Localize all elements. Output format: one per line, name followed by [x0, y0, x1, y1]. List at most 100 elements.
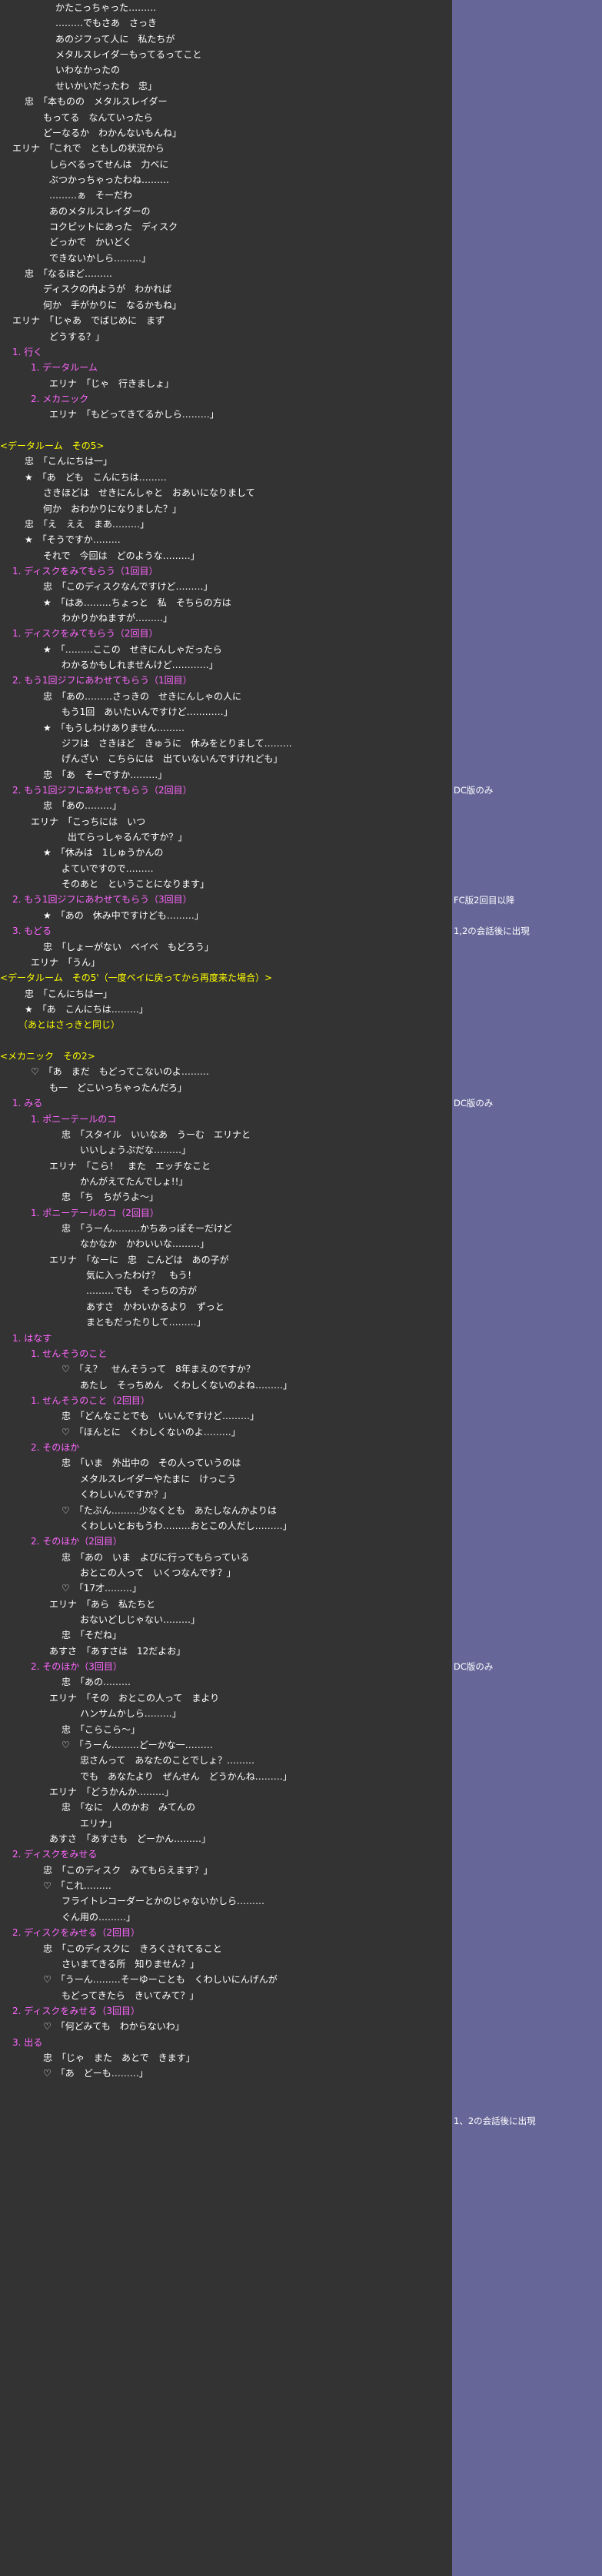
- dialogue-line: ♡ 「たぶん………少なくとも あたしなんかよりは: [62, 1504, 277, 1516]
- dialogue-line: ………でも そっちの方が: [86, 1285, 198, 1297]
- dialogue-line: エリナ 「これで ともしの状況から: [12, 143, 165, 155]
- choice-option: 3. もどる: [12, 926, 52, 937]
- dialogue-line: 忠 「じゃ また あとで きます」: [43, 2052, 195, 2064]
- dialogue-line: 忠 「あの………さっきの せきにんしゃの人に: [43, 690, 242, 702]
- dialogue-line: くわしいんですか？」: [80, 1489, 172, 1501]
- dialogue-line: エリナ」: [80, 1817, 118, 1829]
- choice-option: 1. せんそうのこと（2回目）: [31, 1394, 150, 1406]
- dialogue-line: 忠 「本ものの メタルスレイダー: [25, 96, 168, 108]
- choice-option: 2. もう1回ジフにあわせてもらう（1回目）: [12, 675, 192, 686]
- choice-option: 3. 出る: [12, 2036, 43, 2048]
- dialogue-line: おとこの人って いくつなんです？」: [80, 1567, 236, 1578]
- scene-header: <メカニック その2>: [0, 1051, 95, 1062]
- dialogue-line: ♡ 「あ まだ もどってこないのよ………: [31, 1066, 209, 1078]
- dialogue-line: せいかいだったわ 忠」: [55, 80, 158, 91]
- dialogue-line: ★ 「あ ども こんにちは………: [25, 471, 167, 483]
- choice-option: 2. そのほか（2回目）: [31, 1536, 122, 1547]
- version-note: 1、2の会話後に出現: [454, 2115, 536, 2126]
- choice-option: 1. ポニーテールのコ: [31, 1113, 117, 1125]
- dialogue-line: ♡ 「何どみても わからないわ」: [43, 2021, 185, 2033]
- choice-option: 1. データルーム: [31, 362, 98, 374]
- choice-option: 2. ディスクをみせる（2回目）: [12, 1927, 141, 1939]
- dialogue-line: ハンサムかしら………」: [80, 1708, 181, 1720]
- dialogue-line: 忠 「え ええ まあ………」: [25, 518, 150, 530]
- dialogue-line: それで 今回は どのような………」: [43, 550, 200, 561]
- dialogue-line: エリナ 「なーに 忠 こんどは あの子が: [49, 1254, 229, 1265]
- dialogue-line: メタルスレイダーもってるってこと: [55, 49, 202, 61]
- dialogue-line: 忠 「しょーがない ベイベ もどろう」: [43, 941, 214, 952]
- dialogue-line: 忠 「なるほど………: [25, 268, 113, 280]
- dialogue-line: さきほどは せきにんしゃと おあいになりまして: [43, 487, 255, 499]
- dialogue-line: 忠 「あの………: [62, 1677, 131, 1688]
- dialogue-line: 忠 「このディスクなんですけど………」: [43, 581, 213, 593]
- dialogue-line: かんがえてたんでしょ!!」: [80, 1175, 188, 1187]
- dialogue-line: よていですので………: [62, 863, 154, 874]
- dialogue-line: 忠 「うーん………かちあっぽそーだけど: [62, 1223, 233, 1235]
- dialogue-line: ぶつかっちゃったわね………: [49, 174, 170, 185]
- choice-option: 1. せんそうのこと: [31, 1348, 108, 1359]
- dialogue-line: ★ 「はあ………ちょっと 私 そちらの方は: [43, 597, 231, 608]
- walkthrough-script-panel: かたこっちゃった……… ………でもさあ さっきあのジフって人に 私たちがメタルスレ…: [0, 0, 452, 2576]
- dialogue-line: 気に入ったわけ？ もう！: [86, 1270, 197, 1281]
- dialogue-line: ★ 「もうしわけありません………: [43, 722, 185, 733]
- version-note: DC版のみ: [454, 785, 494, 796]
- scene-header: <データルーム その5>: [0, 440, 105, 452]
- dialogue-line: エリナ 「どうかんか………」: [49, 1786, 175, 1797]
- dialogue-line: あすさ かわいかるより ずっと: [86, 1301, 225, 1312]
- dialogue-line: ♡ 「うーん………そーゆーことも くわしいにんげんが: [43, 1974, 278, 1986]
- dialogue-line: ………でもさあ さっき: [55, 18, 158, 29]
- dialogue-line: 忠 「あの………」: [43, 800, 122, 812]
- dialogue-line: ♡ 「うーん………どーかな一………: [62, 1739, 213, 1750]
- dialogue-line: メタルスレイダーやたまに けっこう: [80, 1473, 237, 1484]
- version-note: FC版2回目以降: [454, 894, 515, 906]
- dialogue-line: エリナ 「こっちには いつ: [31, 816, 146, 827]
- dialogue-line: あすさ 「あすさは 12だよお」: [49, 1645, 186, 1657]
- scene-header: <データルーム その5'（一度ベイに戻ってから再度来た場合）>: [0, 972, 273, 984]
- dialogue-line: 忠 「こんにちは一」: [25, 456, 113, 467]
- dialogue-line: [0, 1033, 452, 1049]
- notes-column: DC版のみ FC版2回目以降 1,2の会話後に出現 DC版のみ DC版のみ 1、2の会話後…: [452, 0, 602, 2576]
- dialogue-line: あのジフって人に 私たちが: [55, 33, 175, 45]
- dialogue-line: 忠 「どんなことでも いいんですけど………」: [62, 1411, 260, 1422]
- dialogue-line: ★ 「そうですか………: [25, 534, 121, 546]
- dialogue-line: でも あなたより ぜんせん どうかんね………」: [80, 1770, 292, 1782]
- dialogue-line: エリナ 「こら！ また エッチなこと: [49, 1160, 211, 1172]
- dialogue-line: あたし そっちめん くわしくないのよね………」: [80, 1379, 293, 1391]
- dialogue-line: 忠 「ち ちがうよ～」: [62, 1192, 159, 1203]
- dialogue-line: わかりかねますが………」: [62, 613, 173, 624]
- dialogue-line: いわなかったの: [55, 65, 121, 76]
- dialogue-line: まともだったりして………」: [86, 1317, 206, 1328]
- choice-option: 1. ポニーテールのコ（2回目）: [31, 1207, 159, 1218]
- dialogue-line: どうする？」: [49, 331, 105, 342]
- dialogue-line: あすさ 「あすさも どーかん………」: [49, 1833, 211, 1845]
- choice-option: 2. そのほか: [31, 1442, 80, 1454]
- dialogue-line: もどってきたら きいてみて？」: [62, 1989, 199, 2001]
- choice-option: 1. 行く: [12, 346, 43, 357]
- dialogue-line: ディスクの内ようが わかれば: [43, 284, 172, 295]
- choice-option: 2. もう1回ジフにあわせてもらう（3回目）: [12, 894, 192, 906]
- dialogue-line: ★ 「休みは 1しゅうかんの: [43, 847, 164, 859]
- dialogue-line: [0, 423, 452, 438]
- dialogue-line: も一 どこいっちゃったんだろ」: [49, 1082, 187, 1093]
- dialogue-line: どっかで かいどく: [49, 237, 132, 248]
- version-note: DC版のみ: [454, 1661, 494, 1673]
- dialogue-line: かたこっちゃった………: [55, 2, 157, 13]
- dialogue-line: ♡ 「ほんとに くわしくないのよ………」: [62, 1426, 241, 1438]
- choice-option: 1. ディスクをみてもらう（1回目）: [12, 565, 158, 577]
- dialogue-line: ♡ 「これ………: [43, 1880, 111, 1892]
- dialogue-line: 忠さんって あなたのことでしょ？………: [80, 1755, 255, 1767]
- dialogue-line: ★ 「あの 休み中ですけども………」: [43, 909, 204, 921]
- dialogue-line: 忠 「いま 外出中の その人っていうのは: [62, 1458, 241, 1469]
- choice-option: 2. そのほか（3回目）: [31, 1661, 122, 1673]
- dialogue-line: 忠 「あ そーですか………」: [43, 769, 168, 780]
- dialogue-line: 何か おわかりになりました？」: [43, 503, 182, 514]
- dialogue-line: エリナ 「じゃ 行きましょ」: [49, 377, 175, 389]
- dialogue-line: できないかしら………」: [49, 252, 151, 264]
- dialogue-line: 忠 「そだね」: [62, 1630, 122, 1641]
- dialogue-line: 何か 手がかりに なるかもね」: [43, 299, 182, 311]
- dialogue-line: そのあと ということになります」: [62, 879, 210, 890]
- dialogue-line: 忠 「スタイル いいなあ うーむ エリナと: [62, 1128, 251, 1140]
- dialogue-line: ぐん用の………」: [62, 1911, 136, 1923]
- choice-option: 2. ディスクをみせる: [12, 1849, 98, 1860]
- dialogue-line: ♡ 「え？ せんそうって 8年まえのですか？: [62, 1364, 255, 1375]
